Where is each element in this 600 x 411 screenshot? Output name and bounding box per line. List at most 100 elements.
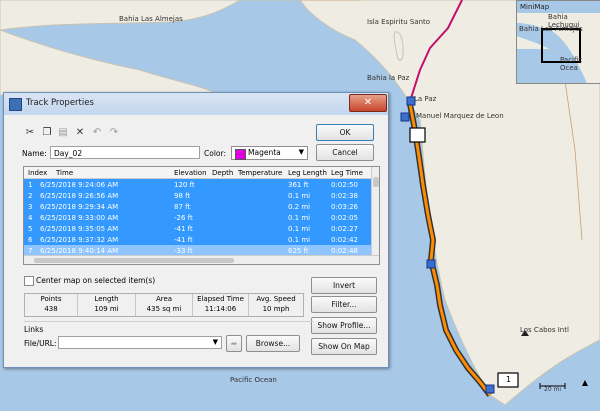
horizontal-scrollbar[interactable] [24,255,379,264]
redo-icon[interactable]: ↷ [108,127,120,139]
invert-button[interactable]: Invert [311,277,377,294]
table-cell: 6/25/2018 9:24:06 AM [40,181,119,189]
divider [135,294,136,316]
cancel-button[interactable]: Cancel [316,144,374,161]
track-properties-dialog: Track Properties ✕ ✂ ❐ ▤ ✕ ↶ ↷ OK Cancel… [3,92,389,368]
column-header[interactable]: Depth [212,169,233,177]
color-value: Magenta [248,148,281,157]
scale-label: 20 mi [544,386,562,393]
table-cell: 0.1 mi [288,236,311,244]
scroll-thumb[interactable] [34,258,234,263]
table-cell: 0:02:50 [331,181,358,189]
show-profile-button[interactable]: Show Profile... [311,317,377,334]
copy-icon[interactable]: ❐ [41,127,53,139]
dialog-titlebar[interactable]: Track Properties ✕ [4,93,388,115]
stat-value: 435 sq mi [146,305,182,313]
links-label: Links [24,325,44,334]
table-cell: 5 [28,225,33,233]
column-header[interactable]: Index [28,169,47,177]
table-cell: 625 ft [288,247,309,255]
table-cell: 0.1 mi [288,214,311,222]
table-cell: 6/25/2018 9:37:32 AM [40,236,119,244]
table-row[interactable]: 6 6/25/2018 9:37:32 AM -41 ft 0.1 mi 0:02:42 [24,234,372,245]
stat-value: 10 mph [262,305,290,313]
stat-value: 438 [44,305,58,313]
waypoint-label: 1 [506,375,512,384]
show-on-map-button[interactable]: Show On Map [311,338,377,355]
scroll-thumb[interactable] [373,177,379,187]
track-points-table[interactable]: Index Time Elevation Depth Temperature L… [23,166,380,265]
arrow-right-icon: ➦ [230,339,238,348]
table-cell: 0:02:42 [331,236,358,244]
cut-icon[interactable]: ✂ [24,127,36,139]
file-url-input[interactable]: ▼ [58,336,222,349]
table-cell: 6/25/2018 9:40:14 AM [40,247,119,255]
undo-icon[interactable]: ↶ [91,127,103,139]
table-row[interactable]: 4 6/25/2018 9:33:00 AM -26 ft 0.1 mi 0:02:05 [24,212,372,223]
table-cell: 6/25/2018 9:35:05 AM [40,225,119,233]
table-cell: 0:02:27 [331,225,358,233]
stat-header: Elapsed Time [197,295,244,303]
table-cell: 3 [28,203,33,211]
table-cell: 98 ft [174,192,191,200]
table-header: Index Time Elevation Depth Temperature L… [24,167,372,179]
column-header[interactable]: Time [56,169,73,177]
table-cell: 6/25/2018 9:26:56 AM [40,192,119,200]
table-cell: 4 [28,214,33,222]
table-row[interactable]: 5 6/25/2018 9:35:05 AM -41 ft 0.1 mi 0:02:27 [24,223,372,234]
table-cell: -33 ft [174,247,193,255]
divider [192,294,193,316]
column-header[interactable]: Leg Time [331,169,363,177]
color-select[interactable]: Magenta ▼ [231,146,308,160]
stat-header: Area [155,295,173,303]
paste-icon[interactable]: ▤ [57,127,69,139]
minimap-label: Bahia Las Almejas [519,25,583,33]
table-cell: 87 ft [174,203,191,211]
chevron-down-icon: ▼ [298,148,304,156]
map-label: Bahia Las Almejas [119,15,183,23]
table-row[interactable]: 2 6/25/2018 9:26:56 AM 98 ft 0.1 mi 0:02:38 [24,190,372,201]
table-cell: 0.1 mi [288,225,311,233]
browse-button[interactable]: Browse... [246,335,300,352]
filter-button[interactable]: Filter... [311,296,377,313]
chevron-down-icon: ▼ [212,338,218,346]
table-cell: 1 [28,181,33,189]
minimap-title: MiniMap [520,3,550,11]
table-cell: 361 ft [288,181,309,189]
waypoint-flag [485,384,495,394]
table-row[interactable]: 3 6/25/2018 9:29:34 AM 87 ft 0.2 mi 0:03:26 [24,201,372,212]
table-cell: 0:03:26 [331,203,358,211]
stat-value: 109 mi [94,305,119,313]
table-cell: 0.2 mi [288,203,311,211]
center-map-checkbox[interactable] [24,276,34,286]
name-label: Name: [22,149,47,158]
divider [248,294,249,316]
minimap-panel[interactable]: MiniMap Bahia Lechugui Bahia Las Almejas… [516,0,600,84]
column-header[interactable]: Leg Length [288,169,327,177]
table-cell: 6/25/2018 9:33:00 AM [40,214,119,222]
close-icon: ✕ [363,97,373,108]
open-link-button[interactable]: ➦ [226,335,242,352]
stat-header: Points [40,295,62,303]
minimap-label: Pacific Ocea [560,56,583,72]
delete-icon[interactable]: ✕ [74,127,86,139]
table-row[interactable]: 1 6/25/2018 9:24:06 AM 120 ft 361 ft 0:02:50 [24,179,372,190]
name-input[interactable]: Day_02 [50,146,200,159]
map-label: Isla Espiritu Santo [367,18,431,26]
table-cell: -26 ft [174,214,193,222]
table-cell: -41 ft [174,225,193,233]
track-stats: Points Length Area Elapsed Time Avg. Spe… [24,293,304,317]
table-cell: -41 ft [174,236,193,244]
file-url-label: File/URL: [24,339,57,348]
center-map-label: Center map on selected item(s) [36,276,156,285]
table-cell: 6/25/2018 9:29:34 AM [40,203,119,211]
table-cell: 0:02:38 [331,192,358,200]
app-icon [9,98,22,111]
color-swatch [235,149,246,160]
table-cell: 2 [28,192,33,200]
ok-button[interactable]: OK [316,124,374,141]
vertical-scrollbar[interactable] [371,167,379,255]
column-header[interactable]: Temperature [238,169,282,177]
close-button[interactable]: ✕ [349,94,387,112]
column-header[interactable]: Elevation [174,169,207,177]
